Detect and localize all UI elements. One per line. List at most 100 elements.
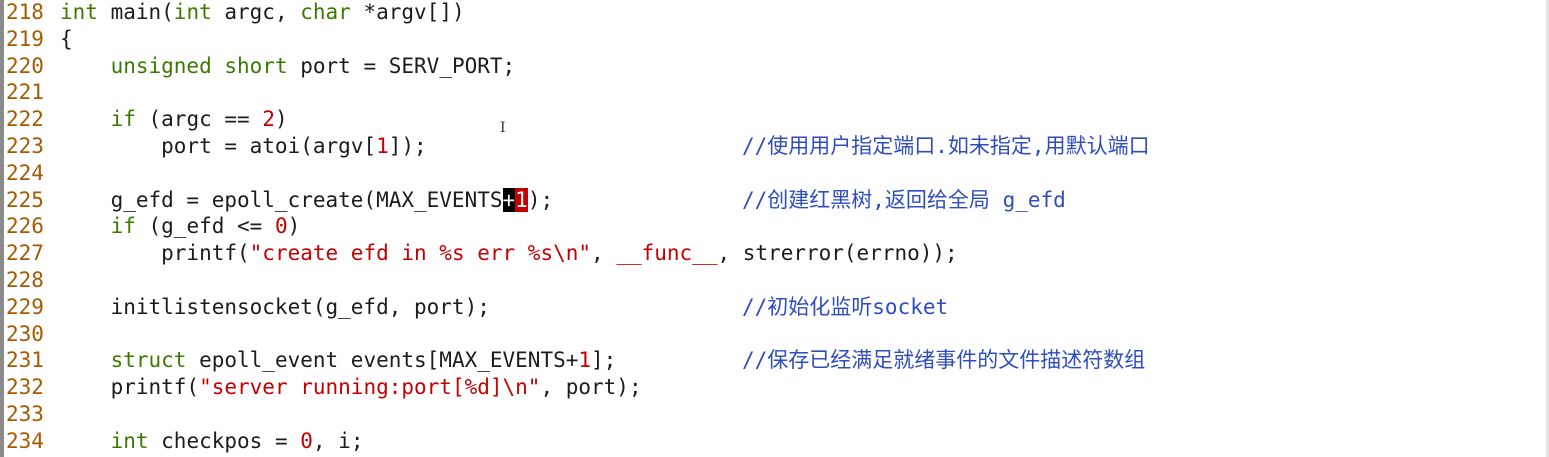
code-comment: //保存已经满足就绪事件的文件描述符数组 (742, 348, 1146, 373)
number-token: 2 (262, 107, 275, 132)
keyword-token: struct (110, 348, 187, 373)
code-text: g_efd = epoll_create(MAX_EVENTS+1); (60, 187, 553, 214)
code-comment: //使用用户指定端口.如未指定,用默认端口 (742, 134, 1150, 158)
code-token: ]; (591, 348, 617, 373)
code-text: port = atoi(argv[1]); (60, 133, 427, 160)
line-number: 231 (6, 348, 44, 373)
code-token: *argv[]) (350, 0, 465, 24)
code-token: ) (287, 214, 301, 239)
code-text: unsigned short port = SERV_PORT; (60, 53, 516, 80)
code-line[interactable]: 222 if (argc == 2) (0, 106, 1549, 133)
line-number: 234 (6, 428, 44, 453)
code-line[interactable]: 229 initlistensocket(g_efd, port); //初始化监… (0, 294, 1549, 321)
code-text: if (argc == 2) (60, 106, 288, 133)
line-number: 233 (6, 402, 44, 426)
line-number: 223 (6, 134, 44, 158)
code-comment: //创建红黑树,返回给全局 g_efd (742, 187, 1066, 212)
keyword-token: int (60, 0, 98, 24)
code-text: printf("server running:port[%d]\n", port… (60, 374, 642, 401)
code-line[interactable]: 228 (0, 267, 1549, 294)
line-number: 222 (6, 107, 44, 132)
line-number: 229 (6, 294, 44, 319)
number-token: 1 (376, 134, 389, 158)
code-text: int main(int argc, char *argv[]) (60, 0, 465, 26)
code-line[interactable]: 227 printf("create efd in %s err %s\n", … (0, 240, 1549, 267)
code-token: checkpos = (148, 428, 301, 453)
code-token: main( (97, 0, 174, 24)
code-token: (g_efd <= (135, 214, 275, 239)
code-text: printf("create efd in %s err %s\n", __fu… (60, 240, 958, 267)
line-number: 226 (6, 214, 44, 239)
code-line[interactable]: 223 port = atoi(argv[1]); //使用用户指定端口.如未指定… (0, 133, 1549, 160)
matched-char-highlight: 1 (515, 187, 528, 212)
code-line[interactable]: 218 int main(int argc, char *argv[]) (0, 0, 1549, 26)
code-line[interactable]: 234 int checkpos = 0, i; (0, 428, 1549, 455)
code-text: if (g_efd <= 0) (60, 213, 301, 240)
string-token: __func__ (616, 241, 718, 266)
code-token: printf( (60, 375, 200, 400)
code-token: , strerror(errno)); (717, 241, 958, 266)
code-token: initlistensocket(g_efd, port); (60, 294, 490, 319)
code-token: port = atoi(argv[ (60, 134, 377, 158)
text-cursor: + (502, 187, 516, 212)
line-number: 228 (6, 268, 44, 292)
code-token: ) (274, 107, 288, 132)
code-line[interactable]: 219 { (0, 26, 1549, 53)
number-token: 0 (274, 214, 288, 239)
code-comment: //初始化监听socket (742, 294, 949, 319)
keyword-token: int (173, 0, 212, 24)
mouse-ibeam-icon: I (500, 120, 506, 136)
code-token: printf( (60, 241, 250, 266)
keyword-token: short (224, 53, 288, 78)
code-line[interactable]: 220 unsigned short port = SERV_PORT; (0, 53, 1549, 80)
code-token: g_efd = epoll_create(MAX_EVENTS (60, 187, 503, 212)
line-number: 224 (6, 160, 44, 185)
code-text: int checkpos = 0, i; (60, 428, 364, 455)
string-token: "create efd in %s err %s\n" (249, 241, 592, 266)
keyword-token: if (110, 107, 136, 132)
code-token: port = SERV_PORT; (287, 53, 516, 78)
code-token: , (591, 241, 617, 266)
keyword-token: if (110, 214, 136, 239)
code-line[interactable]: 233 (0, 401, 1549, 428)
line-number: 218 (6, 0, 44, 24)
code-line[interactable]: 232 printf("server running:port[%d]\n", … (0, 374, 1549, 401)
code-line[interactable]: 226 if (g_efd <= 0) (0, 213, 1549, 240)
code-line[interactable]: 221 (0, 79, 1549, 106)
number-token: 0 (300, 428, 313, 453)
keyword-token: int (110, 428, 149, 453)
code-text: { (60, 26, 73, 53)
code-text: struct epoll_event events[MAX_EVENTS+1]; (60, 347, 617, 374)
line-number: 232 (6, 375, 44, 400)
code-editor[interactable]: 218 int main(int argc, char *argv[]) 219{2… (0, 0, 1549, 457)
line-number: 219 (6, 26, 44, 51)
code-token: argc, (211, 0, 301, 24)
line-number: 221 (6, 80, 44, 105)
code-token: ]); (388, 134, 427, 158)
code-token: , port); (540, 375, 642, 400)
string-token: "server running:port[%d]\n" (199, 375, 541, 400)
code-line[interactable]: 230 (0, 321, 1549, 348)
line-number: 230 (6, 321, 44, 346)
line-number: 227 (6, 241, 44, 266)
code-line[interactable]: 225 g_efd = epoll_create(MAX_EVENTS+1); /… (0, 187, 1549, 214)
keyword-token: unsigned (110, 53, 212, 78)
code-token: epoll_event events[MAX_EVENTS+ (186, 348, 579, 373)
line-number: 225 (6, 187, 44, 212)
line-number: 220 (6, 53, 44, 78)
number-token: 1 (578, 348, 592, 373)
code-line[interactable]: 224 (0, 160, 1549, 187)
code-token: ); (527, 187, 554, 212)
code-text: initlistensocket(g_efd, port); (60, 294, 490, 321)
keyword-token: char (300, 0, 351, 24)
code-token: (argc == (135, 107, 263, 132)
code-token: { (60, 26, 73, 51)
code-line[interactable]: 231 struct epoll_event events[MAX_EVENTS… (0, 347, 1549, 374)
code-token: , i; (312, 428, 364, 453)
